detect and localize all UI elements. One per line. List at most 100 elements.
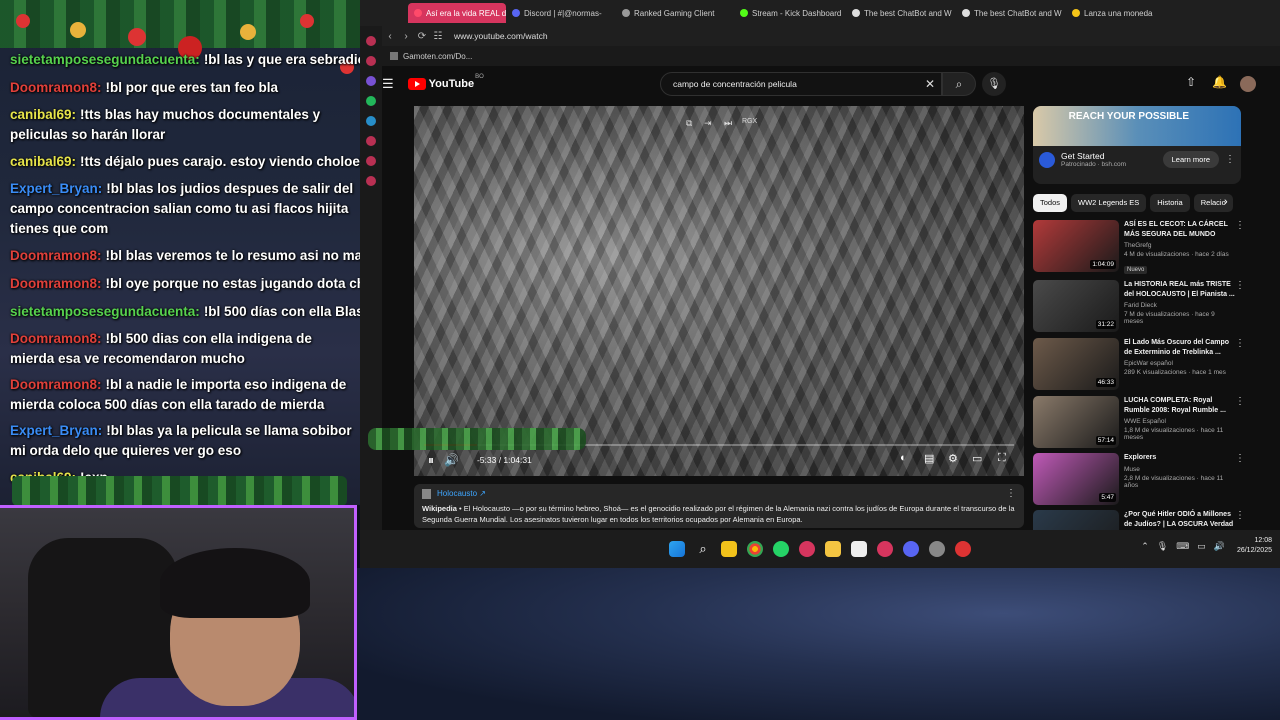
pause-icon[interactable]: ⏸: [428, 453, 434, 468]
channel-name[interactable]: EpicWar español: [1124, 360, 1235, 367]
clear-search-icon[interactable]: ✕: [925, 77, 935, 91]
opera-gx-icon[interactable]: [799, 541, 815, 557]
more-options-icon[interactable]: ⋮: [1006, 488, 1016, 499]
filter-chip[interactable]: Todos: [1033, 194, 1068, 212]
sidebar-app-icon[interactable]: [366, 56, 376, 66]
volume-icon[interactable]: 🔊: [1214, 541, 1225, 552]
video-title[interactable]: LUCHA COMPLETA: Royal Rumble 2008: Royal…: [1124, 396, 1235, 415]
chat-username[interactable]: Doomramon8:: [10, 248, 102, 263]
channel-name[interactable]: Muse: [1124, 466, 1235, 473]
reload-icon[interactable]: ⟳: [414, 31, 430, 42]
channel-name[interactable]: WWE Español: [1124, 418, 1235, 425]
browser-tab[interactable]: Discord | #|@normas-: [506, 3, 616, 23]
video-thumbnail[interactable]: 46:33: [1033, 338, 1119, 390]
network-icon[interactable]: ▭: [1197, 541, 1206, 552]
fullscreen-icon[interactable]: ⛶: [998, 452, 1006, 465]
upload-icon[interactable]: ⇧: [1186, 75, 1196, 89]
more-options-icon[interactable]: ⋮: [1235, 338, 1245, 392]
sidebar-app-icon[interactable]: [366, 176, 376, 186]
more-options-icon[interactable]: ⋮: [1235, 396, 1245, 450]
search-button[interactable]: ⌕: [942, 72, 976, 96]
sidebar-app-icon[interactable]: [366, 96, 376, 106]
app-icon[interactable]: [955, 541, 971, 557]
subtitles-icon[interactable]: ▤: [924, 452, 934, 465]
chat-username[interactable]: Doomramon8:: [10, 80, 102, 95]
app-icon[interactable]: [929, 541, 945, 557]
video-thumbnail[interactable]: 1:04:09: [1033, 220, 1119, 272]
hamburger-menu-icon[interactable]: ☰: [382, 76, 394, 92]
more-options-icon[interactable]: ⋮: [1235, 220, 1245, 274]
browser-tab[interactable]: The best ChatBot and W: [846, 3, 956, 23]
chevron-right-icon[interactable]: ›: [1224, 196, 1228, 208]
more-options-icon[interactable]: ⋮: [1225, 154, 1235, 165]
sidebar-app-icon[interactable]: [366, 116, 376, 126]
theater-mode-icon[interactable]: ▭: [972, 452, 982, 465]
keyboard-icon[interactable]: ⌨: [1176, 541, 1189, 552]
chat-username[interactable]: canibal69:: [10, 107, 76, 122]
video-thumbnail[interactable]: 31:22: [1033, 280, 1119, 332]
sidebar-app-icon[interactable]: [366, 156, 376, 166]
recommended-video[interactable]: ¿Por Qué Hitler ODIÓ a Millones de Judío…: [1033, 510, 1245, 562]
recommended-video[interactable]: 1:04:09 ASÍ ES EL CECOT: LA CÁRCEL MÁS SE…: [1033, 220, 1245, 274]
ad-banner[interactable]: REACH YOUR POSSIBLE: [1033, 106, 1241, 146]
filter-chip[interactable]: Historia: [1150, 194, 1190, 212]
recommended-video[interactable]: 46:33 El Lado Más Oscuro del Campo de Ext…: [1033, 338, 1245, 392]
channel-name[interactable]: TheGrefg: [1124, 242, 1235, 249]
ad-title[interactable]: Get Started: [1061, 151, 1126, 161]
video-player[interactable]: ⧉ ⇥ ⏭ RGX: [414, 106, 1024, 476]
more-options-icon[interactable]: ⋮: [1235, 280, 1245, 334]
sidebar-app-icon[interactable]: [366, 36, 376, 46]
youtube-logo-icon[interactable]: [407, 78, 426, 90]
cast-icon[interactable]: ⧉: [686, 118, 692, 129]
recommended-video[interactable]: 57:14 LUCHA COMPLETA: Royal Rumble 2008: …: [1033, 396, 1245, 450]
recommended-video[interactable]: 5:47 Explorers Muse 2,8 M de visualizacione…: [1033, 453, 1245, 507]
notifications-bell-icon[interactable]: 🔔: [1212, 75, 1227, 89]
chat-username[interactable]: sietetamposesegundacuenta:: [10, 304, 200, 319]
video-thumbnail[interactable]: 5:47: [1033, 453, 1119, 505]
miniplayer-icon[interactable]: ⇥: [704, 118, 712, 129]
learn-more-button[interactable]: Learn more: [1162, 151, 1219, 168]
microphone-icon[interactable]: 🎙: [1157, 541, 1168, 552]
chevron-up-icon[interactable]: ⌃: [1141, 541, 1149, 552]
video-title[interactable]: ASÍ ES EL CECOT: LA CÁRCEL MÁS SEGURA DE…: [1124, 220, 1235, 239]
sidebar-app-icon[interactable]: [366, 76, 376, 86]
forward-icon[interactable]: ›: [398, 31, 414, 42]
chat-username[interactable]: canibal69:: [10, 154, 76, 169]
browser-tab[interactable]: Stream - Kick Dashboard: [734, 3, 846, 23]
browser-tab[interactable]: Lanza una moneda: [1066, 3, 1162, 23]
recommended-video[interactable]: 31:22 La HISTORIA REAL más TRISTE del HOL…: [1033, 280, 1245, 334]
discord-icon[interactable]: [903, 541, 919, 557]
chat-username[interactable]: Expert_Bryan:: [10, 423, 102, 438]
voice-search-button[interactable]: 🎙: [982, 72, 1006, 96]
search-input[interactable]: campo de concentración pelicula ✕: [660, 72, 942, 96]
skip-icon[interactable]: ⏭: [724, 118, 732, 129]
channel-name[interactable]: Farid Dieck: [1124, 302, 1235, 309]
autoplay-toggle-icon[interactable]: ◐: [900, 452, 907, 464]
whatsapp-icon[interactable]: [773, 541, 789, 557]
video-title[interactable]: Explorers: [1124, 453, 1235, 463]
avatar[interactable]: [1240, 76, 1256, 92]
url-field[interactable]: www.youtube.com/watch: [454, 31, 548, 41]
store-icon[interactable]: [851, 541, 867, 557]
app-icon[interactable]: [877, 541, 893, 557]
video-title[interactable]: La HISTORIA REAL más TRISTE del HOLOCAUS…: [1124, 280, 1235, 299]
video-thumbnail[interactable]: 57:14: [1033, 396, 1119, 448]
file-explorer-icon[interactable]: [825, 541, 841, 557]
sticky-notes-icon[interactable]: [721, 541, 737, 557]
back-icon[interactable]: ‹: [382, 31, 398, 42]
video-title[interactable]: El Lado Más Oscuro del Campo de Extermin…: [1124, 338, 1235, 357]
youtube-wordmark[interactable]: YouTube: [429, 78, 474, 90]
more-options-icon[interactable]: ⋮: [1235, 510, 1245, 528]
chrome-icon[interactable]: [747, 541, 763, 557]
chat-username[interactable]: Doomramon8:: [10, 276, 102, 291]
video-title[interactable]: ¿Por Qué Hitler ODIÓ a Millones de Judío…: [1124, 510, 1235, 529]
filter-chip[interactable]: WW2 Legends ES: [1071, 194, 1147, 212]
more-options-icon[interactable]: ⋮: [1235, 453, 1245, 507]
site-info-icon[interactable]: ☷: [430, 31, 446, 42]
browser-tab[interactable]: The best ChatBot and W: [956, 3, 1066, 23]
settings-gear-icon[interactable]: ⚙: [948, 452, 958, 465]
sidebar-app-icon[interactable]: [366, 136, 376, 146]
chat-username[interactable]: Expert_Bryan:: [10, 181, 102, 196]
start-windows-icon[interactable]: [669, 541, 685, 557]
volume-icon[interactable]: 🔊: [444, 453, 459, 467]
